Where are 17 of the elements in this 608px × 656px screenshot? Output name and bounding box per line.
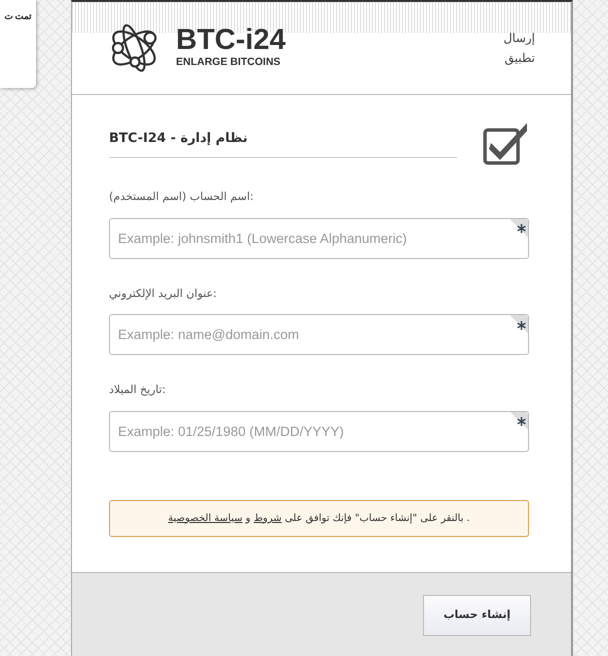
field-label: اسم الحساب (اسم المستخدم): (109, 189, 255, 205)
notice-link[interactable]: شروط (254, 512, 282, 524)
create-account-button[interactable]: إنشاء حساب (423, 595, 531, 636)
brand-tagline: ENLARGE BITCOINS (176, 54, 282, 70)
brand-name: BTC-i24 (176, 26, 286, 55)
input-field[interactable]: Example: name@domain.com (109, 314, 529, 355)
input-field[interactable]: Example: johnsmith1 (Lowercase Alphanumeric) (109, 218, 529, 258)
input-field[interactable]: Example: 01/25/1980 (MM/DD/YYYY) (109, 410, 529, 452)
checkbox-icon (483, 121, 529, 165)
notice-link[interactable]: سياسة الخصوصية (168, 512, 242, 524)
terms-notice: . بالنقر على "إنشاء حساب" فإنك توافق على شروط و سياسة الخصوصية (109, 500, 529, 536)
form-title: BTC-I24 - نظام إدارة (109, 129, 457, 158)
header-link[interactable]: إرسال (503, 28, 535, 48)
field-label: تاريخ الميلاد: (109, 382, 167, 398)
field-label: عنوان البريد الإلكتروني: (109, 286, 218, 302)
card-text: تمت ت (4, 10, 32, 23)
header-link[interactable]: تطبيق (503, 48, 535, 68)
